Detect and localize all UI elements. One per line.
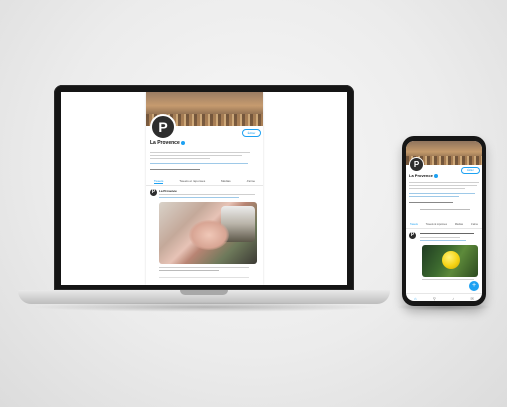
edit-profile-button[interactable]: Éditer — [242, 129, 261, 137]
mail-icon[interactable]: ✉ — [470, 296, 473, 301]
photo-caption-line — [159, 270, 219, 272]
tweet-author: La Provence — [159, 189, 177, 193]
tweet-text-line — [420, 233, 474, 235]
follow-counts — [409, 202, 453, 204]
tab-tweets-replies[interactable]: Tweets & réponses — [426, 223, 447, 226]
photo-caption-line — [159, 267, 249, 269]
tweet-avatar[interactable]: P — [409, 232, 416, 239]
follow-counts — [150, 169, 200, 171]
bio-line — [150, 152, 250, 154]
tab-tweets-replies[interactable]: Tweets et réponses — [179, 179, 205, 183]
tweet-avatar[interactable]: P — [150, 189, 157, 196]
profile-tabs: Tweets Tweets et réponses Médias J'aime — [146, 177, 263, 186]
verified-icon — [433, 173, 438, 178]
phone-shadow — [396, 303, 492, 311]
bell-icon[interactable]: ♪ — [452, 296, 454, 301]
laptop-notch — [180, 290, 228, 295]
photo-element — [189, 220, 229, 250]
tab-likes[interactable]: J'aime — [471, 223, 478, 226]
photo-caption-line — [422, 279, 474, 281]
profile-avatar[interactable]: P — [409, 157, 424, 172]
followed-by-line — [420, 209, 470, 211]
tweet-link-line — [420, 240, 466, 242]
profile-meta — [150, 163, 248, 165]
photo-element — [442, 251, 460, 269]
profile-meta — [409, 196, 459, 198]
twitter-profile-column: P Éditer La Provence Tweets Tweets et ré… — [146, 92, 263, 285]
profile-avatar[interactable]: P — [150, 114, 176, 140]
tab-tweets[interactable]: Tweets — [410, 223, 418, 226]
tab-media[interactable]: Médias — [455, 223, 463, 226]
laptop-screen: P Éditer La Provence Tweets Tweets et ré… — [61, 92, 347, 285]
profile-tabs: Tweets Tweets & réponses Médias J'aime — [406, 221, 482, 229]
edit-profile-button[interactable]: Éditer — [461, 167, 480, 174]
tab-media[interactable]: Médias — [221, 179, 231, 183]
laptop-shadow — [30, 302, 380, 312]
home-icon[interactable]: ⌂ — [414, 296, 416, 301]
profile-name: La Provence — [150, 140, 185, 146]
bio-line — [150, 155, 242, 157]
phone-screen: P Éditer La Provence Tweets Tweets & rép… — [406, 141, 482, 301]
tweet-actions — [159, 277, 249, 279]
tab-likes[interactable]: J'aime — [246, 179, 255, 183]
profile-name: La Provence — [409, 173, 438, 178]
compose-icon[interactable]: + — [469, 281, 479, 291]
bottom-nav: ⌂ ⚲ ♪ ✉ — [406, 293, 482, 301]
tweet-photo[interactable] — [422, 245, 478, 277]
tweet-link-line — [159, 197, 239, 199]
bio-line — [150, 158, 210, 160]
tweet-text-line — [159, 194, 255, 196]
bio-line — [409, 188, 465, 190]
bio-line — [409, 185, 477, 187]
search-icon[interactable]: ⚲ — [433, 296, 436, 301]
tweet-text-line — [420, 237, 460, 239]
tweet-photo[interactable] — [159, 202, 257, 264]
bio-line — [409, 182, 479, 184]
tab-tweets[interactable]: Tweets — [153, 179, 164, 184]
verified-icon — [180, 140, 185, 145]
profile-meta — [409, 193, 475, 195]
